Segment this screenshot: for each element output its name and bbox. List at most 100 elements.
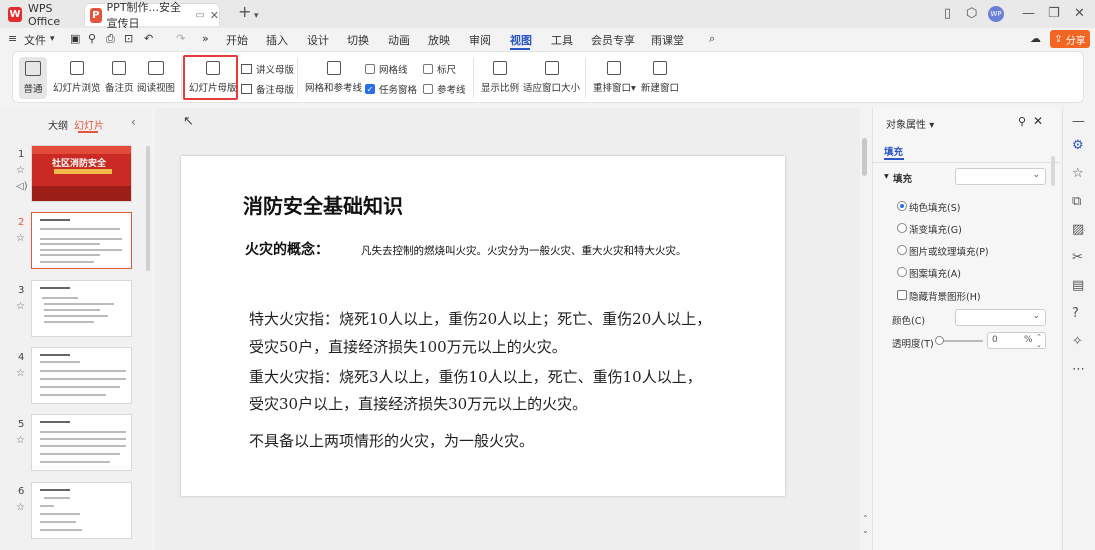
concept-definition[interactable]: 凡失去控制的燃烧叫火灾。火灾分为一般火灾、重大火灾和特大火灾。: [361, 243, 687, 258]
notes-page-button[interactable]: 备注页: [105, 57, 134, 94]
grid-guides-button[interactable]: 网格和参考线: [305, 57, 362, 94]
slide-thumbnail-5[interactable]: [31, 414, 132, 471]
layout-icon[interactable]: ▯: [944, 6, 951, 22]
general-fire-line[interactable]: 不具备以上两项情形的火灾，为一般火灾。: [249, 427, 534, 455]
menu-start[interactable]: 开始: [226, 32, 248, 48]
star-icon[interactable]: ☆: [16, 368, 25, 379]
star-icon[interactable]: ☆: [16, 301, 25, 312]
star-icon[interactable]: ☆: [16, 233, 25, 244]
gridlines-check[interactable]: [365, 64, 375, 74]
search-icon[interactable]: ⌕: [709, 32, 715, 46]
menu-insert[interactable]: 插入: [266, 32, 288, 48]
monitor-icon[interactable]: ▭: [195, 10, 204, 21]
puzzle-icon[interactable]: ✧: [1072, 334, 1083, 349]
task-pane-checkbox[interactable]: ✓ 任务窗格: [365, 82, 417, 96]
transparency-slider-handle[interactable]: [935, 336, 944, 345]
concept-label[interactable]: 火灾的概念：: [245, 239, 329, 259]
scroll-down-icon[interactable]: ⌄: [862, 526, 869, 535]
cloud-icon[interactable]: ☁: [1030, 32, 1041, 45]
gridlines-checkbox[interactable]: 网格线: [365, 62, 408, 76]
restore-icon[interactable]: ❐: [1048, 6, 1060, 22]
major-fire-line-2[interactable]: 受灾50户，直接经济损失100万元以上的火灾。: [249, 333, 567, 361]
slide-thumbnail-2[interactable]: [31, 212, 132, 269]
file-chevron-icon[interactable]: ▾: [50, 34, 55, 44]
preview-icon[interactable]: ⊡: [124, 32, 133, 45]
zoom-button[interactable]: 显示比例: [481, 57, 519, 94]
slide-thumbnail-1[interactable]: 社区消防安全: [31, 145, 132, 202]
star-icon[interactable]: ☆: [16, 435, 25, 446]
help-icon[interactable]: ?: [1072, 306, 1079, 321]
share-button[interactable]: ⇪ 分享: [1050, 30, 1090, 48]
book-icon[interactable]: ▤: [1072, 278, 1084, 293]
tab-outline[interactable]: 大纲: [48, 117, 68, 132]
tab-slides[interactable]: 幻灯片: [74, 117, 104, 132]
pin-icon[interactable]: ⚲: [1018, 115, 1026, 128]
more-options-icon[interactable]: ⋯: [1072, 362, 1085, 377]
arrange-windows-button[interactable]: 重排窗口▾: [593, 57, 636, 94]
panel-scrollbar[interactable]: [146, 146, 150, 271]
new-tab-icon[interactable]: +: [238, 4, 251, 20]
handout-master-button[interactable]: 讲义母版: [241, 62, 294, 76]
menu-design[interactable]: 设计: [307, 32, 329, 48]
menu-transition[interactable]: 切换: [347, 32, 369, 48]
gradient-fill-radio[interactable]: [897, 223, 907, 233]
properties-icon[interactable]: ⚙: [1072, 138, 1084, 153]
copy-icon[interactable]: ⧉: [1072, 194, 1081, 209]
close-window-icon[interactable]: ✕: [1074, 6, 1085, 22]
menu-view[interactable]: 视图: [510, 32, 532, 48]
file-menu[interactable]: 文件: [24, 32, 46, 48]
canvas-scrollbar[interactable]: [862, 138, 867, 176]
close-panel-icon[interactable]: ✕: [1033, 114, 1043, 128]
hamburger-icon[interactable]: ≡: [8, 32, 17, 45]
star-icon[interactable]: ☆: [16, 502, 25, 513]
collapse-panel-icon[interactable]: ‹: [131, 115, 136, 129]
tab-wps-office[interactable]: W WPS Office: [8, 2, 84, 28]
star-icon[interactable]: ☆: [16, 165, 25, 176]
major-fire-line-1[interactable]: 特大火灾指：烧死10人以上，重伤20人以上；死亡、重伤20人以上，: [249, 305, 711, 333]
scroll-up-icon[interactable]: ⌃: [862, 514, 869, 523]
cube-icon[interactable]: ⬡: [966, 6, 977, 22]
minimize-icon[interactable]: —: [1022, 6, 1035, 22]
slide-thumbnail-4[interactable]: [31, 347, 132, 404]
ruler-check[interactable]: [423, 64, 433, 74]
guides-check[interactable]: [423, 84, 433, 94]
menu-rain-classroom[interactable]: 雨课堂: [651, 32, 684, 48]
menu-membership[interactable]: 会员专享: [591, 32, 635, 48]
reading-view-button[interactable]: 阅读视图: [137, 57, 175, 94]
tab-fill[interactable]: 填充: [884, 144, 903, 158]
minus-icon[interactable]: —: [1072, 114, 1085, 129]
panel-title[interactable]: 对象属性 ▾: [886, 116, 934, 131]
serious-fire-line-1[interactable]: 重大火灾指：烧死3人以上，重伤10人以上，死亡、重伤10人以上，: [249, 363, 702, 391]
fill-type-select[interactable]: ⌄: [955, 168, 1046, 185]
tab-document[interactable]: P PPT制作...安全宣传日 ▭ ✕: [84, 1, 220, 30]
guides-checkbox[interactable]: 参考线: [423, 82, 466, 96]
close-tab-icon[interactable]: ✕: [210, 9, 219, 22]
chevron-down-icon[interactable]: ▾: [254, 8, 259, 24]
audio-icon[interactable]: ◁): [16, 181, 28, 192]
slide-sorter-button[interactable]: 幻灯片浏览: [53, 57, 101, 94]
menu-slideshow[interactable]: 放映: [428, 32, 450, 48]
menu-animation[interactable]: 动画: [388, 32, 410, 48]
slide[interactable]: 消防安全基础知识 火灾的概念： 凡失去控制的燃烧叫火灾。火灾分为一般火灾、重大火…: [181, 156, 785, 496]
save-icon[interactable]: ▣: [70, 32, 80, 45]
picture-fill-radio[interactable]: [897, 245, 907, 255]
stepper-icon[interactable]: ⌃ ⌄: [1036, 333, 1042, 349]
tool-icon[interactable]: ✂: [1072, 250, 1083, 265]
transparency-input[interactable]: 0 % ⌃ ⌄: [987, 332, 1046, 349]
link-icon[interactable]: ⚲: [88, 32, 96, 45]
undo-icon[interactable]: ↶: [144, 32, 153, 45]
slide-title[interactable]: 消防安全基础知识: [243, 190, 403, 219]
new-window-button[interactable]: 新建窗口: [641, 57, 679, 94]
notes-master-button[interactable]: 备注母版: [241, 82, 294, 96]
task-pane-check[interactable]: ✓: [365, 84, 375, 94]
ruler-checkbox[interactable]: 标尺: [423, 62, 456, 76]
more-icon[interactable]: »: [202, 32, 209, 45]
normal-view-button[interactable]: 普通: [19, 57, 47, 99]
redo-icon[interactable]: ↷: [176, 32, 185, 45]
print-icon[interactable]: ⎙: [106, 32, 115, 46]
fit-window-button[interactable]: 适应窗口大小: [523, 57, 580, 94]
slide-thumbnail-3[interactable]: [31, 280, 132, 337]
menu-tools[interactable]: 工具: [551, 32, 573, 48]
hide-background-checkbox[interactable]: [897, 290, 907, 300]
color-select[interactable]: ⌄: [955, 309, 1046, 326]
